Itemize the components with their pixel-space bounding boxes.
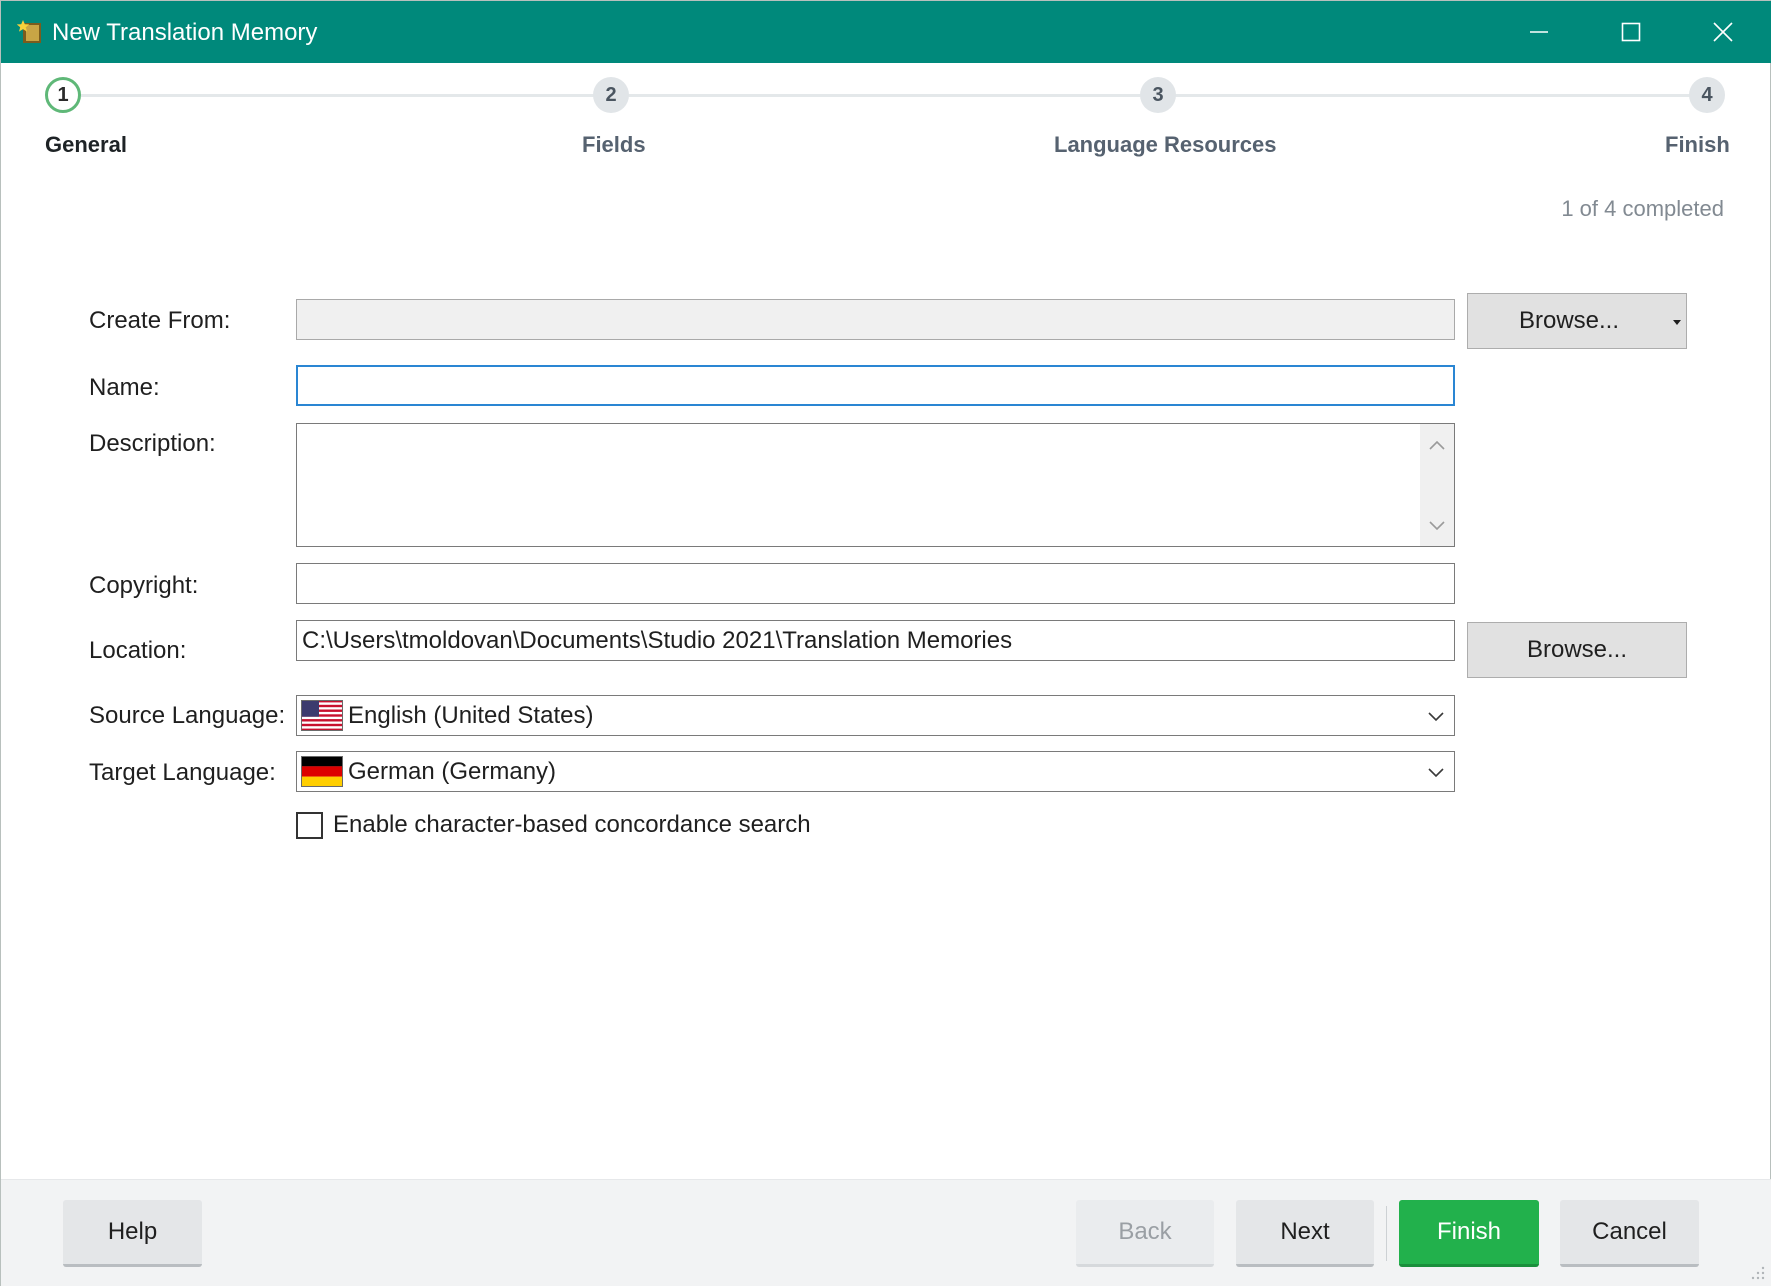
copyright-field[interactable] xyxy=(296,563,1455,604)
location-label: Location: xyxy=(89,637,187,664)
step-1-label[interactable]: General xyxy=(45,132,127,158)
title-bar[interactable]: New Translation Memory xyxy=(1,1,1771,63)
create-from-browse-split-button[interactable]: Browse... xyxy=(1467,293,1687,349)
source-language-dropdown[interactable]: English (United States) xyxy=(296,695,1455,736)
location-browse-button[interactable]: Browse... xyxy=(1467,622,1687,678)
description-field[interactable] xyxy=(297,424,1427,546)
create-from-label: Create From: xyxy=(89,307,231,334)
step-connector xyxy=(81,94,1709,97)
scroll-up-icon[interactable] xyxy=(1428,438,1446,452)
finish-button[interactable]: Finish xyxy=(1399,1200,1539,1267)
close-button[interactable] xyxy=(1677,1,1769,63)
chevron-down-icon xyxy=(1428,768,1444,778)
step-2-circle[interactable]: 2 xyxy=(593,77,629,113)
source-language-value: English (United States) xyxy=(348,702,594,729)
step-3-circle[interactable]: 3 xyxy=(1140,77,1176,113)
browse-button-label: Browse... xyxy=(1518,307,1620,334)
description-field-container xyxy=(296,423,1455,547)
window-title: New Translation Memory xyxy=(52,19,318,46)
close-icon xyxy=(1713,22,1733,42)
de-flag-icon xyxy=(301,756,343,787)
step-2-label[interactable]: Fields xyxy=(582,132,646,158)
step-4-label[interactable]: Finish xyxy=(1665,132,1730,158)
maximize-button[interactable] xyxy=(1585,1,1677,63)
description-scrollbar[interactable] xyxy=(1420,424,1454,546)
resize-grip-icon[interactable] xyxy=(1748,1263,1766,1281)
footer-divider xyxy=(1386,1206,1387,1261)
create-from-field[interactable] xyxy=(296,299,1455,340)
step-1-circle[interactable]: 1 xyxy=(45,77,81,113)
source-language-label: Source Language: xyxy=(89,702,286,729)
minimize-button[interactable] xyxy=(1493,1,1585,63)
chevron-down-icon xyxy=(1428,712,1444,722)
new-translation-memory-dialog: New Translation Memory 1 2 3 4 General F… xyxy=(0,0,1771,1286)
step-3-label[interactable]: Language Resources xyxy=(1054,132,1277,158)
target-language-value: German (Germany) xyxy=(348,758,557,785)
target-language-label: Target Language: xyxy=(89,759,276,786)
back-button[interactable]: Back xyxy=(1076,1200,1214,1267)
us-flag-icon xyxy=(301,700,343,731)
step-4-circle[interactable]: 4 xyxy=(1689,77,1725,113)
location-field[interactable] xyxy=(296,620,1455,661)
scroll-down-icon[interactable] xyxy=(1428,518,1446,532)
help-button[interactable]: Help xyxy=(63,1200,202,1267)
description-label: Description: xyxy=(89,430,216,457)
copyright-label: Copyright: xyxy=(89,572,199,599)
concordance-checkbox-label[interactable]: Enable character-based concordance searc… xyxy=(333,811,811,839)
concordance-checkbox[interactable] xyxy=(296,812,323,839)
dropdown-arrow-icon[interactable] xyxy=(1672,317,1682,327)
name-field[interactable] xyxy=(296,365,1455,406)
cancel-button[interactable]: Cancel xyxy=(1560,1200,1699,1267)
minimize-icon xyxy=(1530,31,1548,33)
next-button[interactable]: Next xyxy=(1236,1200,1374,1267)
app-star-icon xyxy=(17,20,41,43)
target-language-dropdown[interactable]: German (Germany) xyxy=(296,751,1455,792)
maximize-icon xyxy=(1621,22,1641,42)
progress-status: 1 of 4 completed xyxy=(1561,196,1724,221)
name-label: Name: xyxy=(89,374,160,401)
